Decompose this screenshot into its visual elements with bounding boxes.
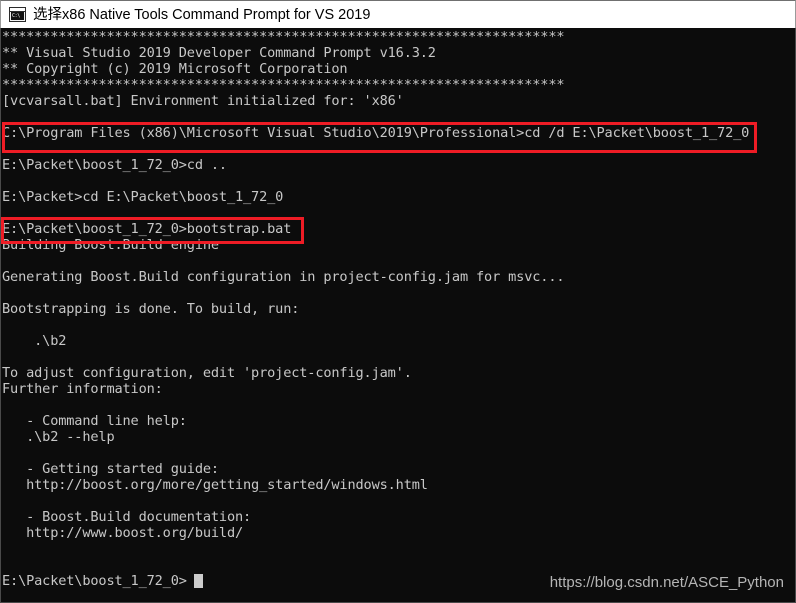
terminal-line: - Getting started guide: (2, 461, 219, 477)
terminal-line: To adjust configuration, edit 'project-c… (2, 365, 412, 381)
terminal-line: Generating Boost.Build configuration in … (2, 269, 565, 285)
title-bar[interactable]: C:\ 选择x86 Native Tools Command Prompt fo… (0, 0, 796, 28)
icon-prompt-glyph: C:\ (11, 12, 24, 20)
terminal-line: Building Boost.Build engine (2, 237, 219, 253)
terminal-line: E:\Packet\boost_1_72_0>bootstrap.bat (2, 221, 292, 237)
terminal-line: [vcvarsall.bat] Environment initialized … (2, 93, 404, 109)
text-cursor (194, 574, 204, 588)
terminal-line: .\b2 --help (2, 429, 115, 445)
terminal-line: - Boost.Build documentation: (2, 509, 252, 525)
terminal-prompt-line: E:\Packet\boost_1_72_0> (2, 573, 187, 589)
window-title: 选择x86 Native Tools Command Prompt for VS… (33, 6, 371, 23)
terminal-line: .\b2 (2, 333, 67, 349)
terminal-line: - Command line help: (2, 413, 187, 429)
terminal-line: ** Visual Studio 2019 Developer Command … (2, 45, 436, 61)
terminal-line: http://boost.org/more/getting_started/wi… (2, 477, 428, 493)
terminal-line: E:\Packet\boost_1_72_0>cd .. (2, 157, 227, 173)
terminal-line: http://www.boost.org/build/ (2, 525, 244, 541)
console-output-area[interactable]: ****************************************… (0, 28, 796, 603)
terminal-line: ** Copyright (c) 2019 Microsoft Corporat… (2, 61, 348, 77)
terminal-line: Further information: (2, 381, 163, 397)
console-window-icon: C:\ (9, 7, 26, 22)
terminal-line: E:\Packet>cd E:\Packet\boost_1_72_0 (2, 189, 284, 205)
terminal-line: Bootstrapping is done. To build, run: (2, 301, 300, 317)
command-prompt-window: C:\ 选择x86 Native Tools Command Prompt fo… (0, 0, 796, 603)
watermark: https://blog.csdn.net/ASCE_Python (549, 574, 784, 591)
terminal-line: C:\Program Files (x86)\Microsoft Visual … (2, 125, 750, 141)
terminal-line: ****************************************… (2, 77, 565, 93)
terminal-line: ****************************************… (2, 29, 565, 45)
terminal-screen: ****************************************… (2, 28, 795, 602)
